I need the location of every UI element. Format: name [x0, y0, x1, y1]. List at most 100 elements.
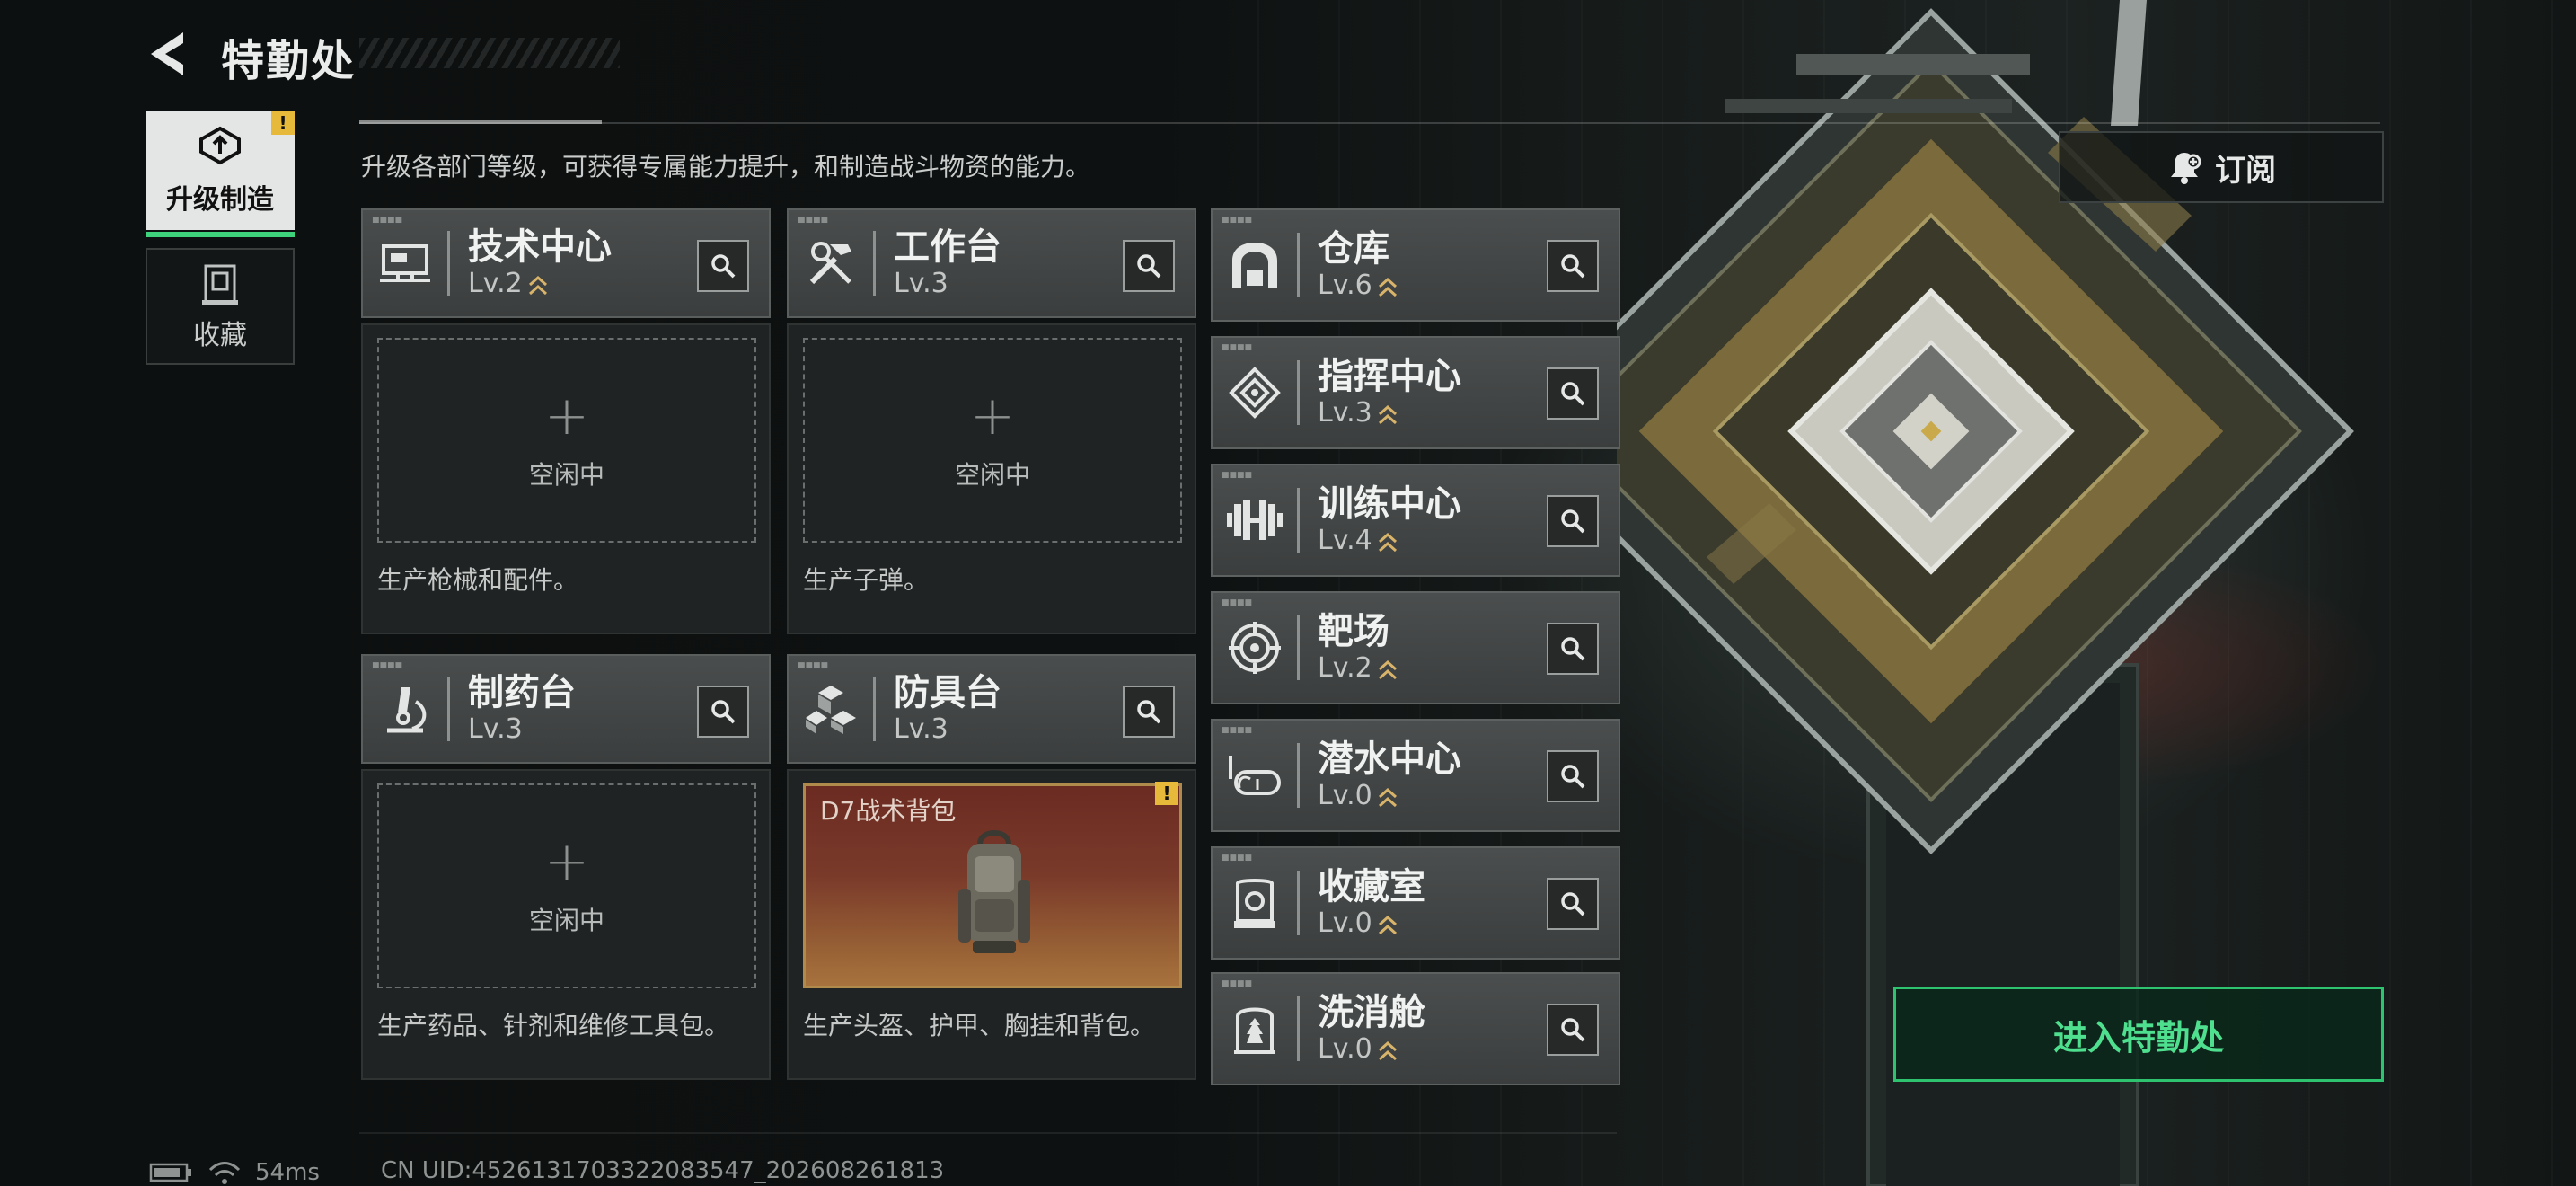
facility-collection-room[interactable]: ■■■■ 收藏室 Lv.0 [1211, 846, 1620, 960]
inspect-button[interactable] [697, 686, 749, 738]
search-icon [1561, 382, 1585, 406]
station-description: 生产子弹。 [803, 565, 930, 595]
facility-diving-center[interactable]: ■■■■ 潜水中心 Lv.0 [1211, 719, 1620, 832]
facility-name: 收藏室 [1318, 866, 1425, 907]
slot-status: 空闲中 [528, 460, 604, 490]
card-tag: ■■■■ [798, 661, 829, 670]
goggles-icon [1229, 756, 1281, 795]
bell-icon [2171, 153, 2201, 184]
inspect-button[interactable] [697, 240, 749, 292]
inspect-button[interactable] [1123, 240, 1175, 292]
facility-shooting-range[interactable]: ■■■■ 靶场 Lv.2 [1211, 591, 1620, 704]
armor-blocks-icon [806, 686, 856, 734]
nav-alert-badge: ! [271, 111, 295, 135]
nav-tab-collection[interactable]: 收藏 [146, 248, 295, 365]
inspect-button[interactable] [1547, 623, 1599, 675]
production-slot[interactable]: + 空闲中 [377, 338, 756, 543]
card-tag: ■■■■ [372, 216, 403, 225]
status-bar: 54ms [149, 1159, 320, 1186]
card-tag: ■■■■ [1222, 726, 1253, 735]
product-name: D7战术背包 [820, 796, 957, 826]
upgrade-available-icon [528, 275, 547, 296]
divider [359, 1132, 1617, 1134]
title-decoration [359, 38, 620, 68]
search-icon [1561, 892, 1585, 916]
card-tag: ■■■■ [1222, 216, 1253, 225]
facility-command-center[interactable]: ■■■■ 指挥中心 Lv.3 [1211, 336, 1620, 449]
search-icon [711, 700, 736, 724]
microscope-icon [387, 687, 427, 733]
station-level: Lv.3 [894, 268, 948, 299]
back-arrow-icon [151, 32, 183, 75]
station-workbench-body: + 空闲中 生产子弹。 [787, 323, 1196, 634]
station-level: Lv.3 [468, 713, 523, 745]
search-icon [1561, 509, 1585, 534]
monitor-icon [380, 244, 430, 282]
inspect-button[interactable] [1547, 878, 1599, 930]
card-tag: ■■■■ [1222, 854, 1253, 863]
facility-level: Lv.6 [1318, 270, 1372, 301]
inspect-button[interactable] [1547, 240, 1599, 292]
facility-decontamination[interactable]: ■■■■ 洗消舱 Lv.0 [1211, 972, 1620, 1085]
upgrade-available-icon [1378, 404, 1397, 425]
user-uid: CN UID:4526131703322083547_202608261813 [381, 1157, 945, 1184]
showcase-icon [1234, 879, 1275, 928]
card-tag: ■■■■ [1222, 471, 1253, 480]
facility-warehouse[interactable]: ■■■■ 仓库 Lv.6 [1211, 208, 1620, 322]
production-slot[interactable]: + 空闲中 [377, 783, 756, 988]
divider [359, 122, 2380, 124]
upgrade-cube-icon [199, 126, 241, 165]
facility-level: Lv.4 [1318, 525, 1372, 556]
collection-case-icon [202, 264, 238, 305]
back-button[interactable] [144, 27, 198, 81]
upgrade-available-icon [1378, 532, 1397, 553]
production-slot-active[interactable]: D7战术背包 [803, 783, 1182, 988]
inspect-button[interactable] [1123, 686, 1175, 738]
divider-highlight [359, 120, 602, 124]
upgrade-available-icon [1378, 915, 1397, 935]
slot-status: 空闲中 [954, 460, 1030, 490]
station-pharmacy-header[interactable]: ■■■■ 制药台 Lv.3 [361, 654, 771, 764]
warehouse-icon [1232, 243, 1277, 288]
station-description: 生产头盔、护甲、胸挂和背包。 [803, 1011, 1156, 1040]
enter-special-ops-button[interactable]: 进入特勤处 [1893, 987, 2384, 1082]
station-description: 生产枪械和配件。 [377, 565, 579, 595]
search-icon [1561, 1018, 1585, 1042]
facility-level: Lv.0 [1318, 907, 1372, 939]
station-armor-header[interactable]: ■■■■ 防具台 Lv.3 [787, 654, 1196, 764]
subscribe-button[interactable]: 订阅 [2059, 131, 2384, 203]
production-slot[interactable]: + 空闲中 [803, 338, 1182, 543]
search-icon [1137, 254, 1161, 279]
subscribe-label: 订阅 [2215, 152, 2276, 189]
search-icon [1561, 765, 1585, 789]
facility-name: 靶场 [1318, 611, 1389, 652]
facility-name: 仓库 [1318, 228, 1389, 270]
facility-level: Lv.0 [1318, 1033, 1372, 1065]
tools-icon [809, 242, 851, 285]
station-level: Lv.2 [468, 268, 523, 299]
station-level: Lv.3 [894, 713, 948, 745]
station-pharmacy-body: + 空闲中 生产药品、针剂和维修工具包。 [361, 769, 771, 1080]
upgrade-available-icon [1378, 659, 1397, 680]
station-tech-center-header[interactable]: ■■■■ 技术中心 Lv.2 [361, 208, 771, 318]
search-icon [711, 254, 736, 279]
upgrade-available-icon [1378, 787, 1397, 808]
station-tech-center-body: + 空闲中 生产枪械和配件。 [361, 323, 771, 634]
card-tag: ■■■■ [1222, 598, 1253, 607]
inspect-button[interactable] [1547, 495, 1599, 547]
inspect-button[interactable] [1547, 750, 1599, 802]
slot-status: 空闲中 [528, 906, 604, 935]
ping-value: 54ms [255, 1159, 320, 1186]
station-armor-body: D7战术背包 ! 生产头盔、护甲、胸挂和背包。 [787, 769, 1196, 1080]
facility-level: Lv.2 [1318, 652, 1372, 684]
facility-name: 训练中心 [1318, 483, 1461, 525]
station-workbench-header[interactable]: ■■■■ 工作台 Lv.3 [787, 208, 1196, 318]
inspect-button[interactable] [1547, 367, 1599, 420]
decon-icon [1234, 1007, 1275, 1054]
inspect-button[interactable] [1547, 1004, 1599, 1056]
facility-training-center[interactable]: ■■■■ 训练中心 Lv.4 [1211, 464, 1620, 577]
intro-text: 升级各部门等级，可获得专属能力提升，和制造战斗物资的能力。 [361, 152, 1091, 181]
facility-level: Lv.3 [1318, 397, 1372, 429]
plus-icon: + [543, 830, 590, 893]
battery-icon [149, 1163, 191, 1182]
